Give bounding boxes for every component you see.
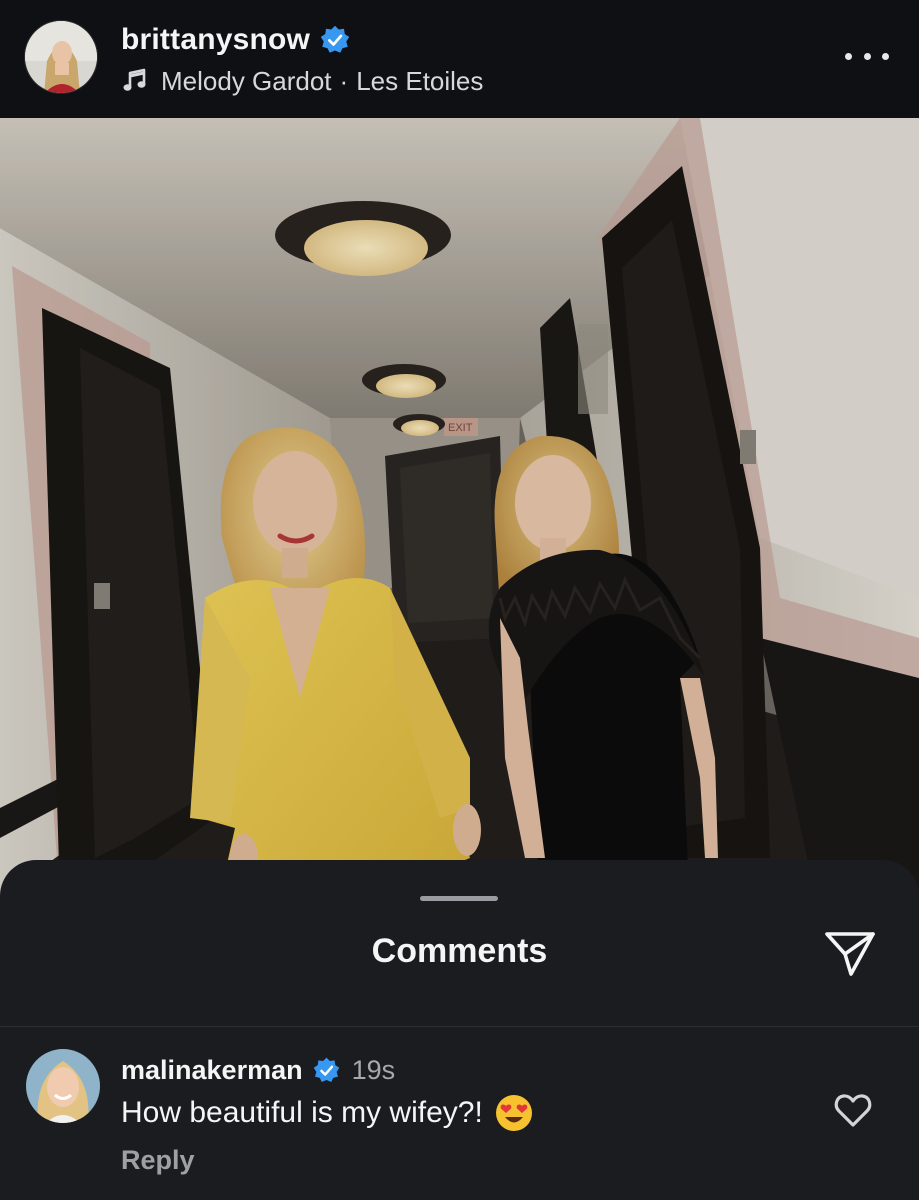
avatar-image [25,21,97,93]
share-button[interactable] [823,928,877,978]
heart-outline-icon [834,1094,872,1127]
comment-like-button[interactable] [833,1091,873,1129]
post-username-row: brittanysnow [121,22,350,58]
post-header: brittanysnow Melody Gardot · Les Etoiles [0,0,919,118]
more-options-button[interactable] [845,44,889,68]
comment-item: malinakerman 19s How beautiful is my wif… [0,1027,919,1200]
avatar-image [26,1049,100,1123]
comments-title: Comments [371,932,548,970]
post-photo[interactable]: EXIT [0,118,919,918]
verified-badge-icon [320,25,350,53]
post-author-avatar[interactable] [24,20,98,94]
audio-track: Les Etoiles [356,65,484,96]
heart-eyes-emoji [495,1094,533,1132]
audio-attribution[interactable]: Melody Gardot · Les Etoiles [121,64,483,98]
post-username[interactable]: brittanysnow [121,23,310,57]
comment-text-row: How beautiful is my wifey?! [121,1091,533,1135]
verified-badge-icon [313,1057,339,1082]
reply-button[interactable]: Reply [121,1145,195,1176]
comment-text: How beautiful is my wifey?! [121,1096,483,1129]
commenter-avatar[interactable] [26,1049,100,1123]
audio-separator: · [339,65,349,96]
music-note-icon [123,68,146,91]
comment-meta: malinakerman 19s [121,1053,395,1087]
hallway-photo-image: EXIT [0,118,919,918]
drag-handle[interactable] [420,896,498,901]
audio-artist: Melody Gardot [161,65,332,96]
more-options-icon [845,52,852,60]
comments-sheet: Comments malinakerman 19s How beautiful … [0,860,919,1200]
send-icon [825,932,875,976]
comment-username[interactable]: malinakerman [121,1055,303,1086]
comment-timestamp: 19s [351,1054,396,1085]
